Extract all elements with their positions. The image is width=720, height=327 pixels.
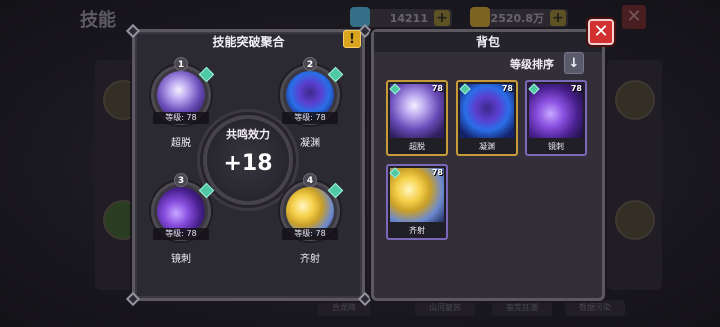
sort-label: 等级排序 xyxy=(510,58,554,71)
backpack-item-ningyuan[interactable]: 78 凝渊 xyxy=(456,80,518,156)
close-button[interactable]: ✕ xyxy=(588,19,614,45)
slot-name: 超脱 xyxy=(171,138,191,149)
skill-slot-3[interactable]: 3 等级: 78 镜刺 xyxy=(143,173,219,273)
item-level: 78 xyxy=(431,168,443,177)
sort-toggle-button[interactable]: ↓ xyxy=(564,52,584,74)
item-name: 齐射 xyxy=(409,226,425,235)
slot-level: 等级: 78 xyxy=(153,228,209,240)
backpack-title: 背包 xyxy=(374,32,602,52)
slot-name: 凝渊 xyxy=(300,138,320,149)
item-level: 78 xyxy=(431,84,443,93)
backpack-item-qishe[interactable]: 78 齐射 xyxy=(386,164,448,240)
slot-level: 等级: 78 xyxy=(282,228,338,240)
slot-number: 1 xyxy=(174,57,188,71)
item-name: 凝渊 xyxy=(479,142,495,151)
item-level: 78 xyxy=(570,84,582,93)
slot-level: 等级: 78 xyxy=(153,112,209,124)
info-warning-button[interactable]: ! xyxy=(343,30,361,48)
slot-name: 齐射 xyxy=(300,254,320,265)
slot-number: 3 xyxy=(174,173,188,187)
item-level: 78 xyxy=(501,84,513,93)
item-name: 镜刺 xyxy=(548,142,564,151)
skill-slot-1[interactable]: 1 等级: 78 超脱 xyxy=(143,57,219,157)
aggregation-title: 技能突破聚合 xyxy=(212,35,285,49)
slot-number: 2 xyxy=(303,57,317,71)
skill-slot-2[interactable]: 2 等级: 78 凝渊 xyxy=(272,57,348,157)
slot-name: 镜刺 xyxy=(171,254,191,265)
item-name: 超脱 xyxy=(409,142,425,151)
skill-slot-4[interactable]: 4 等级: 78 齐射 xyxy=(272,173,348,273)
slot-number: 4 xyxy=(303,173,317,187)
backpack-item-jingci[interactable]: 78 镜刺 xyxy=(525,80,587,156)
slot-level: 等级: 78 xyxy=(282,112,338,124)
backpack-item-chaotuo[interactable]: 78 超脱 xyxy=(386,80,448,156)
